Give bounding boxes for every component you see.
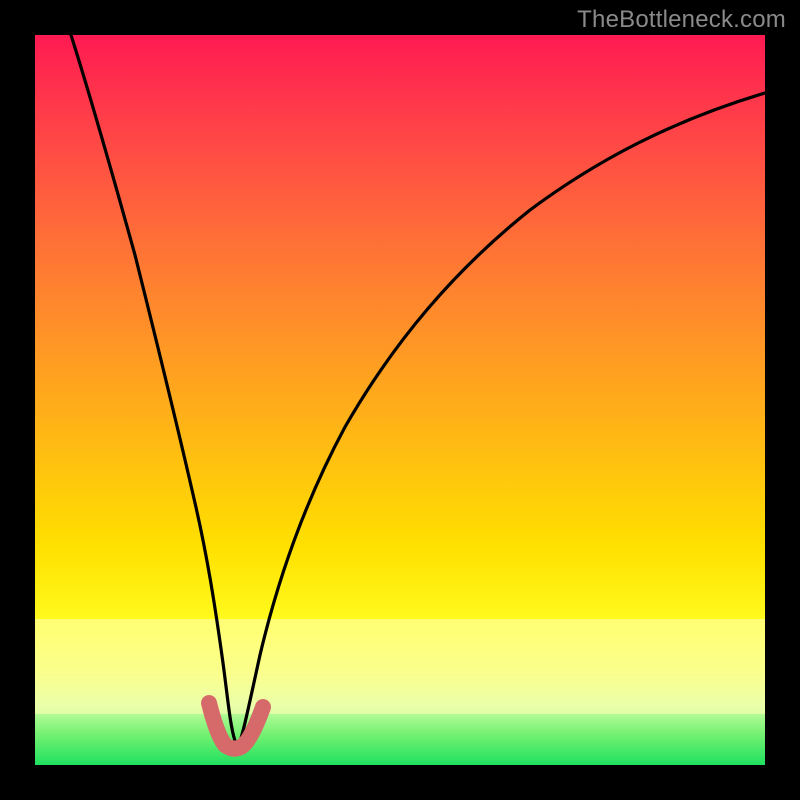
marker-dot — [202, 696, 216, 710]
marker-dot — [210, 722, 224, 736]
chart-frame: TheBottleneck.com — [0, 0, 800, 800]
marker-dot — [246, 722, 260, 736]
curve-layer — [35, 35, 765, 765]
bottleneck-curve — [71, 35, 765, 747]
marker-dot — [256, 700, 270, 714]
plot-area — [35, 35, 765, 765]
watermark-text: TheBottleneck.com — [577, 6, 786, 34]
marker-dot — [238, 736, 252, 750]
